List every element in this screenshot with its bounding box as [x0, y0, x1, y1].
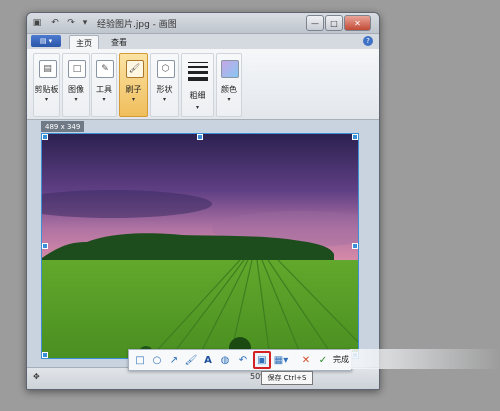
undo-icon[interactable]: ↶ [236, 353, 250, 367]
cursor-position-icon: ✥ [33, 372, 40, 381]
tab-view[interactable]: 查看 [105, 35, 133, 49]
check-icon[interactable]: ✓ [316, 353, 330, 367]
more-options-icon[interactable]: ▦▾ [272, 353, 290, 367]
group-tools[interactable]: ✎ 工具 ▾ [91, 53, 117, 117]
color-icon [221, 60, 239, 78]
resize-handle[interactable] [42, 352, 48, 358]
chevron-down-icon[interactable]: ▾ [79, 17, 91, 29]
tools-icon: ✎ [96, 60, 114, 78]
chevron-down-icon: ▾ [74, 96, 78, 103]
image-canvas[interactable] [41, 133, 359, 359]
brush-tool-icon[interactable]: 🖌 [184, 353, 198, 367]
image-icon: □ [68, 60, 86, 78]
rectangle-tool-icon[interactable]: □ [133, 353, 147, 367]
toolbar-background-extension [350, 349, 500, 369]
window-title: 经验图片.jpg - 画图 [97, 20, 177, 30]
mosaic-tool-icon[interactable]: ◍ [218, 353, 232, 367]
close-button[interactable]: ✕ [344, 15, 371, 31]
chevron-down-icon: ▾ [162, 96, 166, 103]
ellipse-tool-icon[interactable]: ○ [150, 353, 164, 367]
group-colors[interactable]: 颜色 ▾ [216, 53, 242, 117]
screenshot-toolbar: □ ○ ↗ 🖌 A ◍ ↶ ▣ ▦▾ ✕ ✓ 完成 [128, 349, 352, 371]
group-line-width[interactable]: 粗细 ▾ [181, 53, 214, 117]
ribbon-panel: ▤ 剪贴板 ▾ □ 图像 ▾ ✎ 工具 ▾ 🖌 刷子 ▾ ⬡ 形状 ▾ 粗细 ▾… [27, 49, 379, 120]
done-button[interactable]: 完成 [333, 354, 349, 365]
selection-size-tip: 489 x 349 [41, 121, 85, 132]
group-label: 刷子 [125, 85, 142, 94]
line-width-icon [188, 62, 208, 84]
brush-icon: 🖌 [125, 60, 144, 78]
chevron-down-icon: ▾ [227, 96, 231, 103]
landscape-image [42, 134, 358, 358]
title-bar: ▣ ↶ ↷ ▾ 经验图片.jpg - 画图 — □ ✕ [27, 13, 379, 34]
maximize-button[interactable]: □ [325, 15, 343, 31]
shapes-icon: ⬡ [156, 60, 175, 78]
save-tooltip: 保存 Ctrl+S [261, 371, 313, 385]
arrow-tool-icon[interactable]: ↗ [167, 353, 181, 367]
resize-handle[interactable] [197, 134, 203, 140]
clipboard-icon: ▤ [38, 60, 57, 78]
chevron-down-icon: ▾ [102, 96, 106, 103]
group-image[interactable]: □ 图像 ▾ [62, 53, 90, 117]
canvas-area[interactable]: 489 x 349 [27, 120, 379, 367]
paint-app-icon[interactable]: ▣ [31, 17, 43, 29]
help-icon[interactable]: ? [363, 36, 373, 46]
resize-handle[interactable] [352, 134, 358, 140]
group-brush[interactable]: 🖌 刷子 ▾ [119, 53, 148, 117]
chevron-down-icon: ▾ [44, 96, 48, 103]
group-label: 形状 [156, 85, 173, 94]
group-label: 工具 [96, 85, 112, 94]
chevron-down-icon: ▾ [131, 96, 135, 103]
cancel-icon[interactable]: ✕ [299, 353, 313, 367]
group-clipboard[interactable]: ▤ 剪贴板 ▾ [33, 53, 60, 117]
group-label: 颜色 [221, 85, 237, 94]
group-label: 粗细 [189, 91, 206, 100]
resize-handle[interactable] [352, 243, 358, 249]
paint-window: ▣ ↶ ↷ ▾ 经验图片.jpg - 画图 — □ ✕ ▤ ▾ 主页 查看 ? … [26, 12, 380, 390]
resize-handle[interactable] [42, 243, 48, 249]
redo-icon[interactable]: ↷ [65, 17, 77, 29]
resize-handle[interactable] [42, 134, 48, 140]
file-menu-button[interactable]: ▤ ▾ [31, 35, 61, 47]
group-label: 图像 [68, 85, 84, 94]
undo-icon[interactable]: ↶ [49, 17, 61, 29]
minimize-button[interactable]: — [306, 15, 324, 31]
ribbon-tabs: ▤ ▾ 主页 查看 ? [27, 34, 379, 50]
group-label: 剪贴板 [34, 85, 59, 94]
chevron-down-icon: ▾ [195, 104, 199, 111]
group-shapes[interactable]: ⬡ 形状 ▾ [150, 53, 179, 117]
save-button[interactable]: ▣ [253, 351, 271, 369]
tab-home[interactable]: 主页 [69, 35, 99, 50]
text-tool-icon[interactable]: A [201, 353, 215, 367]
